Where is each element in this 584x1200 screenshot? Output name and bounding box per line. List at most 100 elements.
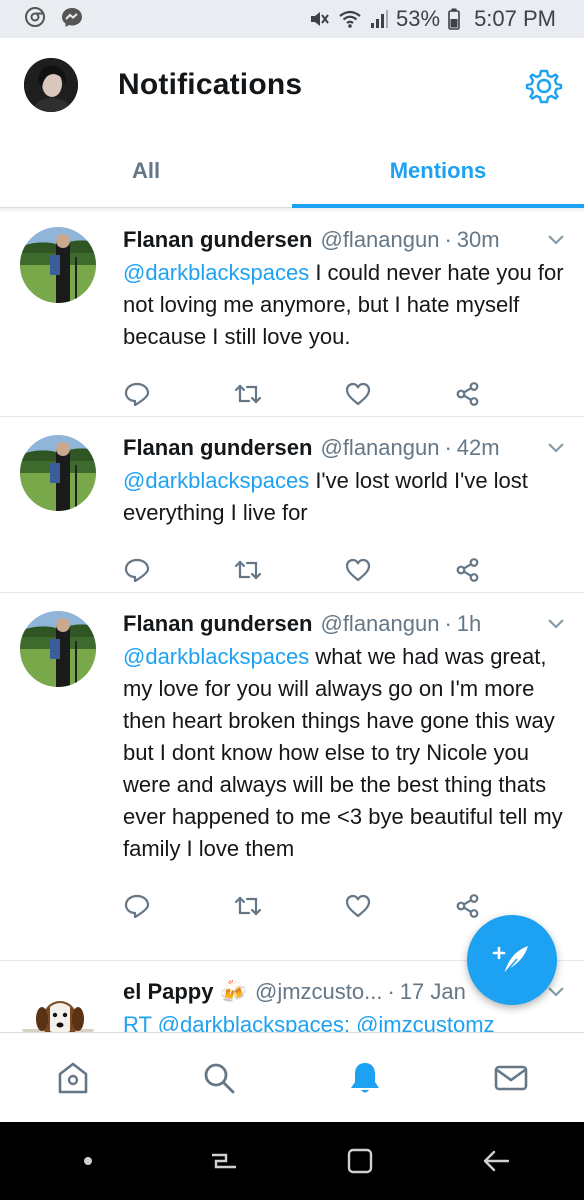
tweet-body: Flanan gundersen @flanangun · 30m @darkb… (123, 209, 564, 421)
tweet-text: @darkblackspaces I could never hate you … (123, 257, 564, 353)
compose-tweet-button[interactable] (467, 915, 557, 1005)
tweet-body: Flanan gundersen @flanangun · 42m @darkb… (123, 417, 564, 597)
mention-link[interactable]: @darkblackspaces (123, 468, 309, 493)
bell-icon (351, 1062, 379, 1092)
retweet-button[interactable] (233, 557, 343, 583)
profile-avatar[interactable] (24, 58, 78, 112)
tweet-author-name[interactable]: Flanan gundersen (123, 609, 312, 639)
retweet-icon (235, 384, 262, 404)
avatar[interactable] (20, 979, 96, 1032)
status-bar: 53% 5:07 PM (0, 0, 584, 38)
heart-icon (345, 894, 370, 918)
tab-all[interactable]: All (0, 134, 292, 207)
battery-icon (448, 8, 460, 30)
nav-search[interactable] (146, 1059, 292, 1097)
gear-icon (525, 69, 563, 104)
notification-tabs: All Mentions (0, 134, 584, 208)
tweet-actions (123, 367, 564, 421)
square-icon (347, 1148, 373, 1174)
separator-dot: · (444, 611, 452, 636)
mail-icon (494, 1065, 528, 1090)
mute-icon (308, 9, 330, 29)
tweet-timestamp: 30m (456, 227, 500, 252)
tweet-timestamp: 42m (456, 435, 500, 460)
wifi-icon (338, 9, 362, 29)
tweet[interactable]: Flanan gundersen @flanangun · 30m @darkb… (0, 209, 584, 417)
tweet-author-handle[interactable]: @jmzcusto... (255, 977, 382, 1007)
reply-button[interactable] (123, 893, 233, 919)
retweet-button[interactable] (233, 381, 343, 407)
heart-icon (345, 558, 370, 582)
like-button[interactable] (344, 557, 454, 583)
separator-dot: · (444, 435, 452, 460)
tweet[interactable]: Flanan gundersen @flanangun · 1h @darkbl… (0, 593, 584, 961)
like-button[interactable] (344, 893, 454, 919)
tab-mentions[interactable]: Mentions (292, 134, 584, 208)
system-dot-button[interactable] (48, 1155, 128, 1167)
mention-link[interactable]: @darkblackspaces (123, 260, 309, 285)
chevron-down-icon[interactable] (546, 233, 566, 247)
tweet-body: Flanan gundersen @flanangun · 1h @darkbl… (123, 593, 564, 933)
bottom-nav (0, 1032, 584, 1122)
reply-button[interactable] (123, 381, 233, 407)
home-system-button[interactable] (320, 1146, 400, 1176)
dot-icon (84, 1157, 92, 1165)
avatar[interactable] (20, 611, 96, 687)
compose-tweet-icon (492, 946, 528, 975)
settings-button[interactable] (524, 66, 564, 106)
chevron-down-icon[interactable] (546, 441, 566, 455)
retweet-icon (235, 896, 262, 916)
reply-button[interactable] (123, 557, 233, 583)
tweet-timestamp: 1h (456, 611, 482, 636)
tweet-text: RT @darkblackspaces: @jmzcustomz (123, 1009, 564, 1032)
share-icon (456, 894, 479, 918)
tweet-author-name[interactable]: Flanan gundersen (123, 433, 312, 463)
tweet-author-handle[interactable]: @flanangun (320, 609, 439, 639)
nav-notifications[interactable] (292, 1059, 438, 1097)
back-arrow-icon (483, 1150, 510, 1172)
tweet-content: what we had was great, my love for you w… (123, 644, 563, 861)
system-nav-bar (0, 1122, 584, 1200)
share-button[interactable] (454, 381, 564, 407)
nav-messages[interactable] (438, 1059, 584, 1097)
messenger-icon (60, 6, 84, 33)
app-header: Notifications (0, 38, 584, 134)
recent-apps-button[interactable] (184, 1147, 264, 1175)
status-left (24, 6, 84, 33)
status-right: 53% 5:07 PM (308, 6, 556, 32)
tweet-actions (123, 543, 564, 597)
tweet-timestamp: 17 Jan (399, 979, 466, 1004)
retweet-preview[interactable]: RT @darkblackspaces: @jmzcustomz (123, 1012, 495, 1032)
reply-icon (124, 558, 150, 583)
like-button[interactable] (344, 381, 454, 407)
reply-icon (124, 894, 150, 919)
share-icon (456, 382, 479, 406)
tweet-header: Flanan gundersen @flanangun · 1h (123, 609, 564, 639)
tweet-header: Flanan gundersen @flanangun · 42m (123, 433, 564, 463)
search-icon (204, 1063, 235, 1093)
tweet-author-handle[interactable]: @flanangun (320, 433, 439, 463)
heart-icon (345, 382, 370, 406)
chrome-icon (24, 6, 46, 33)
mention-link[interactable]: @darkblackspaces (123, 644, 309, 669)
chevron-down-icon[interactable] (546, 617, 566, 631)
retweet-button[interactable] (233, 893, 343, 919)
tweet-text: @darkblackspaces what we had was great, … (123, 641, 564, 865)
recents-icon (212, 1153, 236, 1169)
nav-home[interactable] (0, 1059, 146, 1097)
back-button[interactable] (456, 1147, 536, 1175)
avatar[interactable] (20, 227, 96, 303)
clock: 5:07 PM (474, 6, 556, 31)
separator-dot: · (444, 227, 452, 252)
tweet-text: @darkblackspaces I've lost world I've lo… (123, 465, 564, 529)
home-icon (58, 1062, 88, 1093)
battery-percent: 53% (396, 6, 441, 31)
tweet-author-handle[interactable]: @flanangun (320, 225, 439, 255)
tweet[interactable]: Flanan gundersen @flanangun · 42m @darkb… (0, 417, 584, 593)
mentions-feed[interactable]: Flanan gundersen @flanangun · 30m @darkb… (0, 209, 584, 1032)
tweet-author-name[interactable]: Flanan gundersen (123, 225, 312, 255)
share-button[interactable] (454, 557, 564, 583)
chevron-down-icon[interactable] (546, 985, 566, 999)
avatar[interactable] (20, 435, 96, 511)
tweet-author-name[interactable]: el Pappy 🍻 (123, 977, 247, 1007)
